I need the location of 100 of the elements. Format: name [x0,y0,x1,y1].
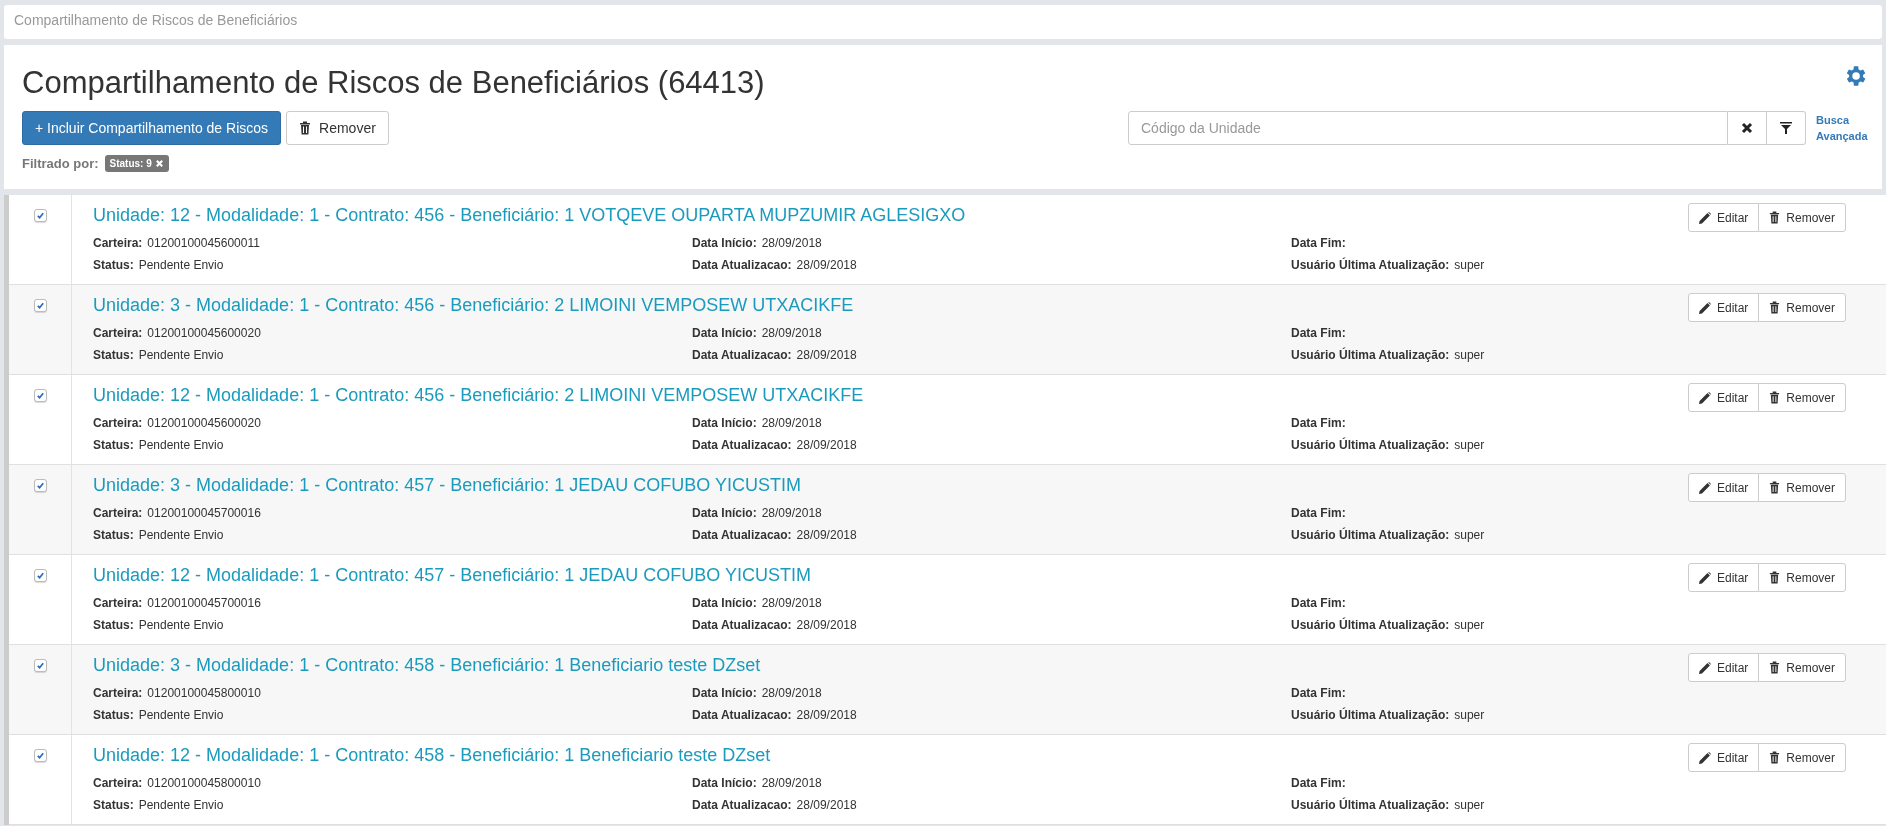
field-label: Usuário Última Atualização: [1291,258,1450,272]
field-label: Usuário Última Atualização: [1291,348,1450,362]
field-label: Status: [93,528,134,542]
remove-button[interactable]: Remover [1758,563,1846,592]
field-label: Usuário Última Atualização: [1291,528,1450,542]
remove-button[interactable]: Remover [1758,203,1846,232]
field-label: Carteira: [93,776,143,790]
field-label: Usuário Última Atualização: [1291,438,1450,452]
checkbox[interactable] [33,299,47,312]
advanced-search-link[interactable]: Busca Avançada [1816,112,1868,144]
pencil-icon [1698,481,1711,494]
field-label: Data Atualizacao: [692,528,792,542]
field-value: Pendente Envio [138,708,224,722]
checkbox[interactable] [33,209,47,222]
field-label: Data Atualizacao: [692,438,792,452]
check-icon [35,571,45,580]
field-label: Data Início: [692,416,757,430]
close-icon [154,159,164,168]
field-label: Data Atualizacao: [692,708,792,722]
trash-icon [299,121,312,135]
field-label: Data Início: [692,776,757,790]
pencil-icon [1698,661,1711,674]
trash-icon [1769,301,1781,314]
edit-button[interactable]: Editar [1687,383,1760,412]
field-label: Data Fim: [1291,596,1346,610]
trash-icon [1769,571,1781,584]
checkbox[interactable] [33,479,47,492]
field-value: Pendente Envio [138,258,224,272]
field-value: 28/09/2018 [761,686,822,700]
field-label: Data Atualizacao: [692,798,792,812]
edit-button[interactable]: Editar [1687,293,1760,322]
remove-button[interactable]: Remover [1758,293,1846,322]
field-value: 01200100045800010 [147,686,261,700]
trash-icon [1769,481,1781,494]
field-label: Data Início: [692,596,757,610]
remove-button[interactable]: Remover [1758,473,1846,502]
field-label: Data Atualizacao: [692,258,792,272]
field-value: Pendente Envio [138,618,224,632]
checkbox[interactable] [33,659,47,672]
edit-button[interactable]: Editar [1687,743,1760,772]
field-value: 28/09/2018 [796,438,857,452]
page-title: Compartilhamento de Riscos de Beneficiários (64413) [22,65,765,101]
field-label: Data Fim: [1291,236,1346,250]
checkbox[interactable] [33,569,47,582]
field-label: Data Fim: [1291,506,1346,520]
pencil-icon [1698,391,1711,404]
field-label: Carteira: [93,686,143,700]
edit-button[interactable]: Editar [1687,473,1760,502]
add-button[interactable]: + Incluir Compartilhamento de Riscos [22,111,282,145]
field-value: Pendente Envio [138,438,224,452]
filter-button[interactable] [1767,111,1806,145]
field-value: 01200100045800010 [147,776,261,790]
field-label: Data Fim: [1291,416,1346,430]
field-value: 28/09/2018 [761,416,822,430]
field-value: super [1454,438,1485,452]
remove-button[interactable]: Remover [1758,743,1846,772]
field-value: super [1454,528,1485,542]
field-value: 28/09/2018 [761,506,822,520]
pencil-icon [1698,301,1711,314]
field-label: Status: [93,258,134,272]
field-value: Pendente Envio [138,798,224,812]
pencil-icon [1698,211,1711,224]
field-value: Pendente Envio [138,348,224,362]
field-value: 28/09/2018 [796,258,857,272]
clear-button[interactable] [1728,111,1767,145]
pencil-icon [1698,571,1711,584]
remove-button[interactable]: Remover [1758,383,1846,412]
field-value: super [1454,258,1485,272]
remove-button[interactable]: Remover [1758,653,1846,682]
check-icon [35,301,45,310]
remove-button[interactable]: Remover [286,111,389,145]
field-label: Status: [93,618,134,632]
check-icon [35,751,45,760]
field-label: Status: [93,708,134,722]
field-value: 28/09/2018 [796,528,857,542]
search-field[interactable]: Código da Unidade [1128,111,1728,145]
checkbox[interactable] [33,749,47,762]
edit-button[interactable]: Editar [1687,653,1760,682]
field-label: Carteira: [93,236,143,250]
check-icon [35,481,45,490]
edit-button[interactable]: Editar [1687,563,1760,592]
field-value: 28/09/2018 [761,236,822,250]
field-value: super [1454,798,1485,812]
trash-icon [1769,661,1781,674]
check-icon [35,391,45,400]
field-label: Data Início: [692,236,757,250]
field-value: 01200100045600011 [147,236,260,250]
filter-icon [1780,122,1792,134]
edit-button[interactable]: Editar [1687,203,1760,232]
filter-tag[interactable]: Status: 9 [104,155,169,172]
field-value: Pendente Envio [138,528,224,542]
checkbox[interactable] [33,389,47,402]
check-icon [35,211,45,220]
field-value: 28/09/2018 [796,618,857,632]
field-label: Data Fim: [1291,776,1346,790]
field-label: Data Fim: [1291,326,1346,340]
field-value: 01200100045700016 [147,596,261,610]
field-label: Status: [93,438,134,452]
field-label: Status: [93,348,134,362]
field-value: 01200100045600020 [147,326,261,340]
